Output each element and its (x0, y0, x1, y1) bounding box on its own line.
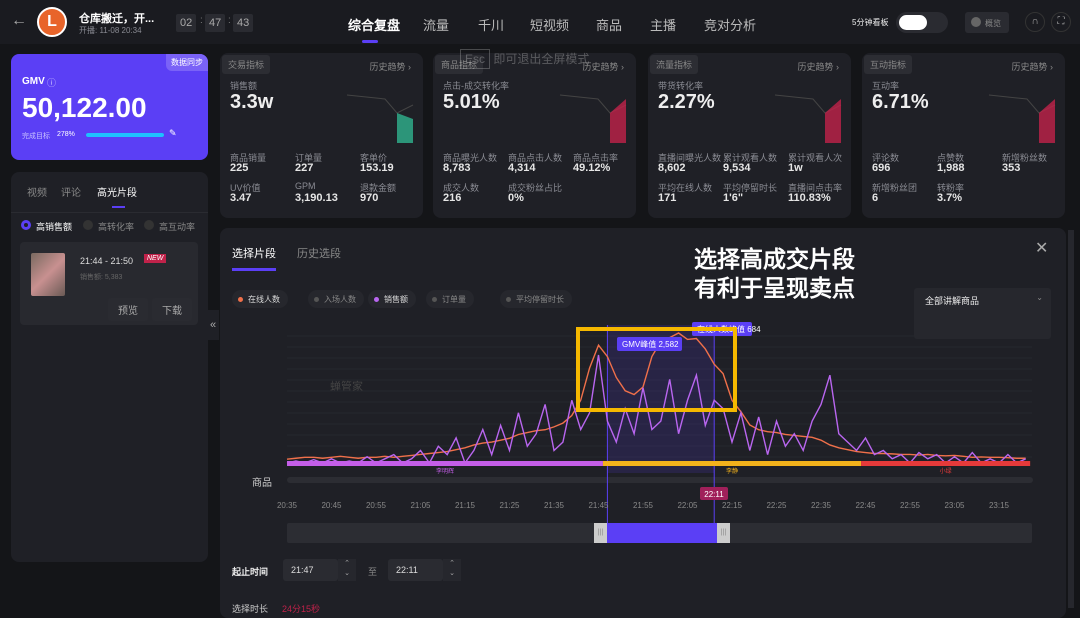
x-tick-label: 20:55 (365, 501, 387, 510)
range-handle-left[interactable]: ||| (594, 523, 607, 543)
product-segment (287, 461, 603, 466)
product-segment-label: 小绿 (940, 467, 952, 475)
end-time-input[interactable]: 22:11 (388, 559, 443, 581)
live-chart[interactable]: 李明辉 李静 小绿在线人数峰值 684GMV峰值 2,58222:11 (0, 0, 1080, 608)
product-segment (861, 461, 1031, 466)
range-handle-right[interactable]: ||| (717, 523, 730, 543)
range-to-label: 至 (368, 567, 378, 577)
product-segment-label: 李静 (726, 467, 738, 475)
x-tick-label: 23:15 (988, 501, 1010, 510)
x-tick-label: 23:05 (944, 501, 965, 510)
x-tick-label: 21:05 (410, 501, 431, 510)
range-selection[interactable] (607, 523, 717, 543)
x-tick-label: 21:45 (588, 501, 609, 510)
peak-label: GMV峰值 2,582 (622, 339, 679, 349)
duration-label: 选择时长 (232, 604, 269, 614)
product-segment-label: 李明辉 (436, 467, 454, 475)
start-time-input[interactable]: 21:47 (283, 559, 338, 581)
x-tick-label: 22:05 (677, 501, 698, 510)
duration-value: 24分15秒 (282, 604, 321, 614)
x-tick-label: 21:55 (632, 501, 654, 510)
x-tick-label: 22:25 (766, 501, 787, 510)
x-tick-label: 21:25 (499, 501, 520, 510)
product-segment (602, 461, 862, 466)
x-tick-label: 20:45 (321, 501, 342, 510)
x-tick-label: 22:45 (855, 501, 876, 510)
range-label: 起止时间 (232, 567, 269, 577)
scrollbar[interactable] (1068, 230, 1074, 608)
x-tick-label: 22:55 (899, 501, 921, 510)
end-time-stepper[interactable]: ⌃ ⌄ (443, 559, 461, 581)
start-time-stepper[interactable]: ⌃ ⌄ (338, 559, 356, 581)
cursor-time-label: 22:11 (704, 490, 724, 499)
x-tick-label: 21:15 (454, 501, 476, 510)
x-tick-label: 21:35 (543, 501, 565, 510)
x-tick-label: 20:35 (276, 501, 298, 510)
x-tick-label: 22:15 (721, 501, 743, 510)
x-tick-label: 22:35 (810, 501, 832, 510)
